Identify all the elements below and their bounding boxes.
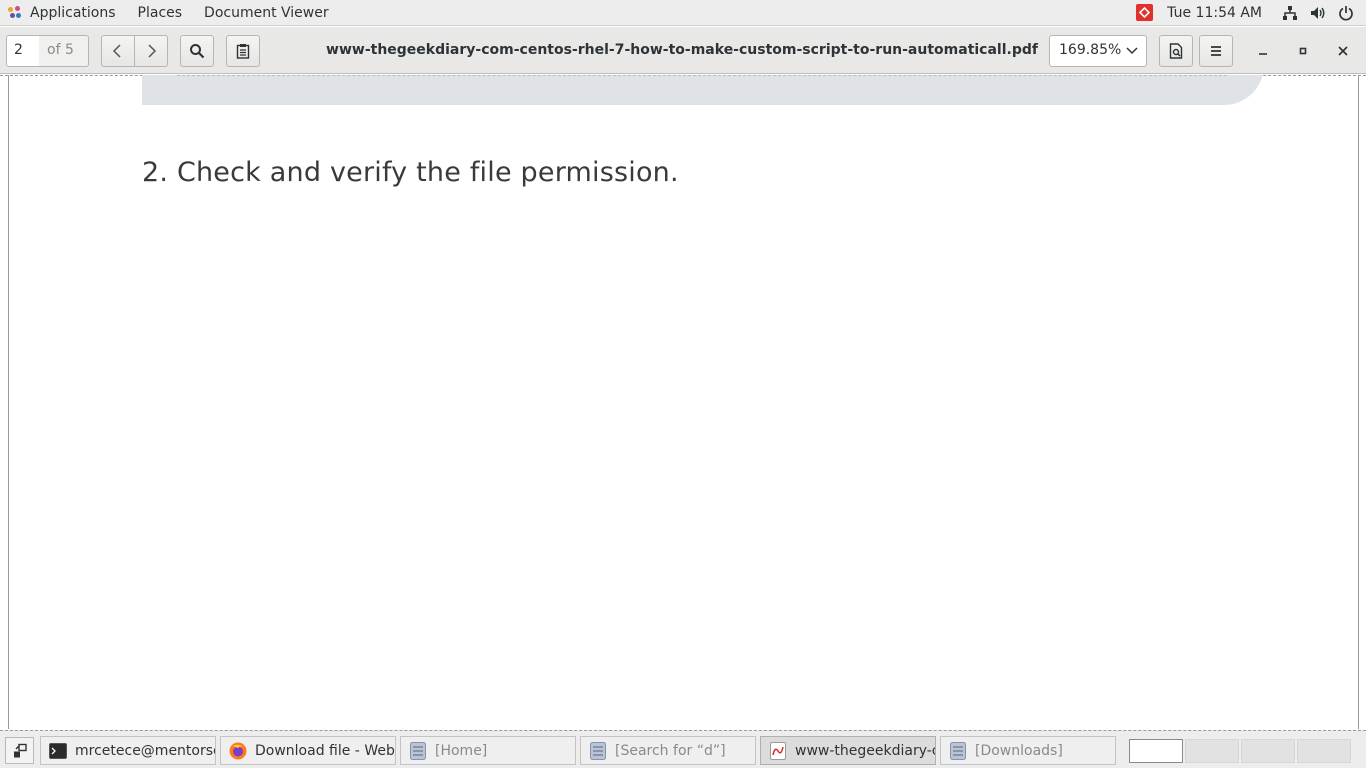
network-icon[interactable] [1282,5,1298,21]
annotations-button[interactable] [226,35,260,67]
page-border-left [8,75,9,729]
window-list-taskbar: mrcetece@mentorse... Download file - Web… [0,730,1366,768]
minimize-icon [1259,53,1267,55]
document-heading: 2. Check and verify the file permission. [142,157,679,188]
terminal-icon [49,742,67,760]
applications-menu[interactable]: Applications [0,0,127,26]
document-viewer-headerbar: 2 of 5 www-thegeekdiary-com-centos-rhel-… [0,27,1366,74]
page-border-right [1358,75,1359,729]
taskbar-item-home[interactable]: [Home] [400,736,576,765]
clipboard-icon [236,44,250,59]
taskbar-item-label: mrcetece@mentorse... [75,742,215,759]
hamburger-menu-icon [1211,46,1221,56]
taskbar-item-downloads[interactable]: [Downloads] [940,736,1116,765]
document-viewer-label: Document Viewer [204,4,329,21]
chevron-left-icon [112,44,121,58]
show-desktop-button[interactable] [5,737,34,764]
chevron-down-icon [1126,47,1138,55]
file-manager-icon [409,741,427,760]
zoom-select[interactable]: 169.85% [1049,35,1147,67]
taskbar-item-terminal[interactable]: mrcetece@mentorse... [40,736,216,765]
zoom-level: 169.85% [1059,42,1122,58]
app-menu-document-viewer[interactable]: Document Viewer [193,0,340,26]
next-page-button[interactable] [134,35,168,67]
code-block-scrollbar [177,75,1227,76]
document-title: www-thegeekdiary-com-centos-rhel-7-how-t… [326,42,1038,58]
close-icon [1338,46,1348,56]
taskbar-item-document-viewer[interactable]: www-thegeekdiary-c... [760,736,936,765]
document-search-icon [1169,43,1183,59]
show-desktop-icon [13,743,27,757]
taskbar-item-label: [Home] [435,742,488,759]
document-viewer-icon [769,741,787,760]
page-count-label: of 5 [39,35,89,67]
places-menu[interactable]: Places [127,0,194,26]
page-number-input[interactable]: 2 [6,35,40,67]
taskbar-item-label: [Downloads] [975,742,1063,759]
taskbar-item-label: www-thegeekdiary-c... [795,742,935,759]
maximize-icon [1299,47,1307,55]
workspace-4[interactable] [1297,739,1351,763]
taskbar-item-firefox[interactable]: Download file - Web... [220,736,396,765]
top-panel: Applications Places Document Viewer Tue … [0,0,1366,26]
gnome-foot-icon [8,5,22,20]
previous-page-button[interactable] [101,35,135,67]
firefox-icon [229,742,247,760]
document-view[interactable]: 2. Check and verify the file permission. [0,75,1366,729]
power-icon[interactable] [1338,5,1354,21]
taskbar-item-search[interactable]: [Search for “d”] [580,736,756,765]
volume-icon[interactable] [1310,5,1326,21]
file-manager-icon [949,741,967,760]
taskbar-item-label: Download file - Web... [255,742,396,759]
maximize-button[interactable] [1293,41,1313,61]
places-label: Places [137,4,183,21]
workspace-3[interactable] [1241,739,1295,763]
minimize-button[interactable] [1253,41,1273,61]
applications-label: Applications [30,4,116,21]
search-button[interactable] [180,35,214,67]
chevron-right-icon [148,44,157,58]
document-properties-button[interactable] [1159,35,1193,67]
workspace-1[interactable] [1129,739,1183,763]
file-manager-icon [589,741,607,760]
alert-tray-icon[interactable] [1136,4,1154,21]
taskbar-item-label: [Search for “d”] [615,742,726,759]
code-block [142,75,1264,105]
main-menu-button[interactable] [1199,35,1233,67]
search-icon [190,44,205,59]
close-button[interactable] [1333,41,1353,61]
workspace-2[interactable] [1185,739,1239,763]
clock[interactable]: Tue 11:54 AM [1167,5,1262,21]
